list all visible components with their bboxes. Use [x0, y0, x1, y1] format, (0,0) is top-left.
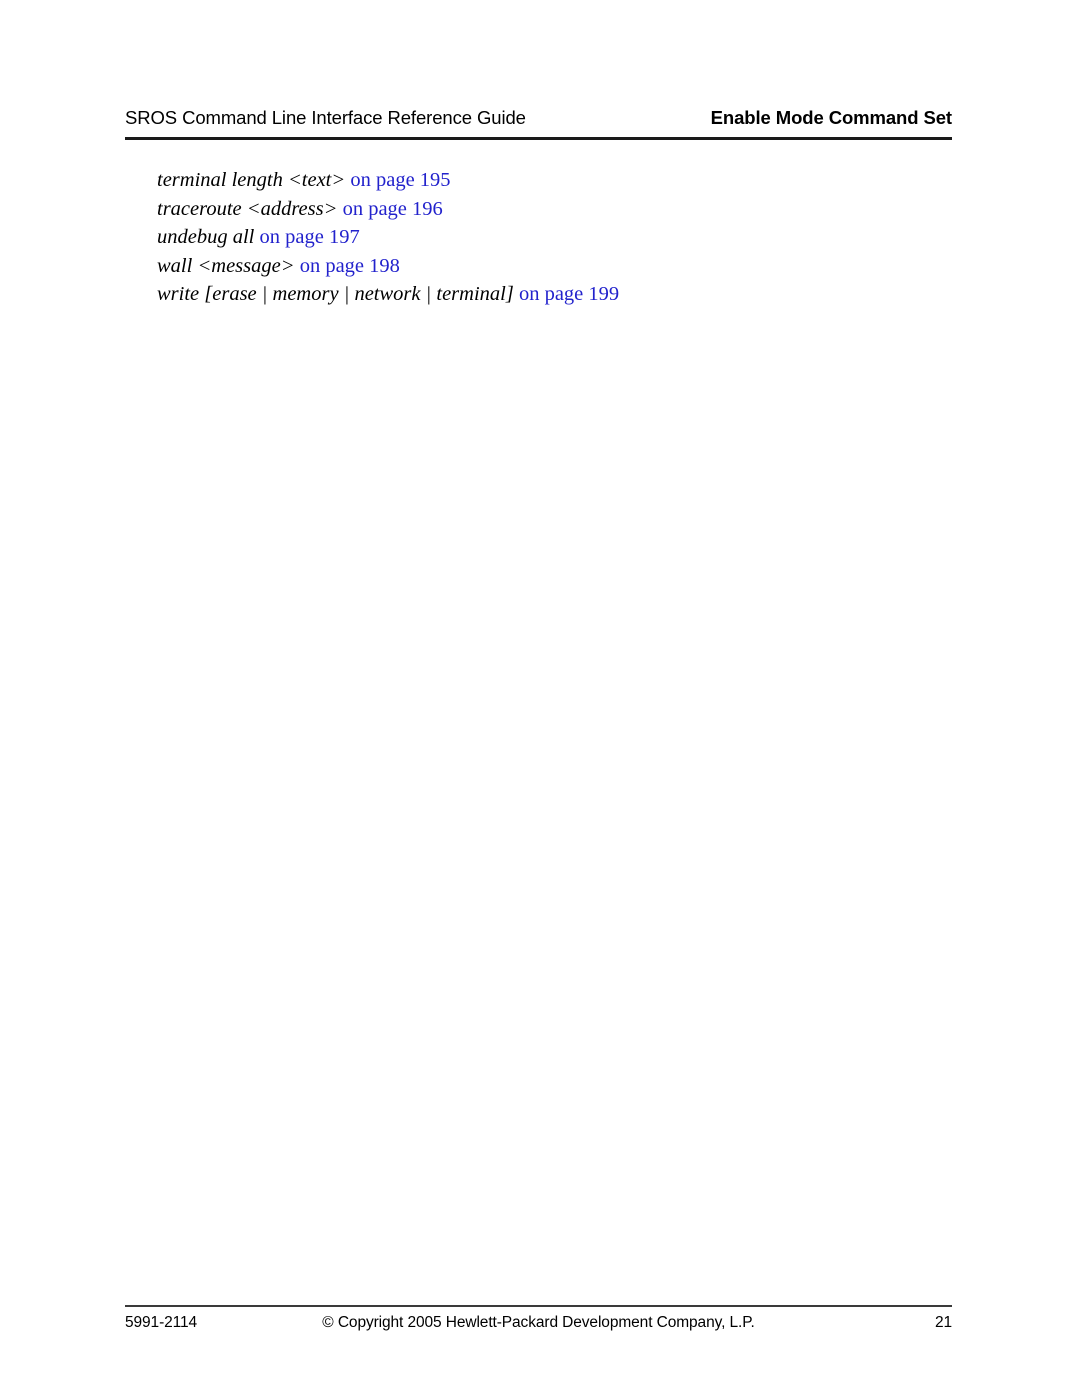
xref-link-label[interactable]: on page [343, 198, 407, 220]
xref-page-number[interactable]: 197 [329, 226, 360, 248]
xref-command-name: undebug all [157, 226, 255, 249]
xref-link-label[interactable]: on page [260, 226, 324, 248]
running-footer: 5991-2114 © Copyright 2005 Hewlett-Packa… [125, 1314, 952, 1338]
list-item[interactable]: write [erase | memory | network | termin… [157, 280, 957, 309]
xref-command-name: wall <message> [157, 254, 295, 277]
list-item[interactable]: traceroute <address> on page 196 [157, 195, 957, 224]
cross-reference-list: terminal length <text> on page 195 trace… [157, 166, 957, 309]
page-body-blank [125, 320, 952, 1280]
list-item[interactable]: wall <message> on page 198 [157, 252, 957, 281]
xref-link-label[interactable]: on page [300, 255, 364, 277]
xref-command-name: write [erase | memory | network | termin… [157, 283, 514, 306]
xref-page-number[interactable]: 198 [369, 255, 400, 277]
header-divider-rule [125, 137, 952, 140]
xref-command-name: traceroute <address> [157, 197, 338, 220]
list-item[interactable]: undebug all on page 197 [157, 223, 957, 252]
running-header: SROS Command Line Interface Reference Gu… [125, 107, 952, 129]
xref-command-name: terminal length <text> [157, 169, 346, 191]
header-section-title: Enable Mode Command Set [710, 107, 952, 128]
footer-copyright-notice: © Copyright 2005 Hewlett-Packard Develop… [322, 1314, 755, 1331]
list-item[interactable]: terminal length <text> on page 195 [157, 166, 957, 195]
header-document-title: SROS Command Line Interface Reference Gu… [125, 107, 526, 128]
xref-page-number[interactable]: 195 [420, 169, 451, 191]
xref-page-number[interactable]: 196 [412, 198, 443, 220]
xref-link-label[interactable]: on page [350, 169, 414, 191]
xref-page-number[interactable]: 199 [588, 283, 619, 305]
footer-divider-rule [125, 1305, 952, 1307]
xref-link-label[interactable]: on page [519, 283, 583, 305]
document-page: SROS Command Line Interface Reference Gu… [0, 0, 1080, 1397]
footer-page-number: 21 [934, 1314, 952, 1331]
